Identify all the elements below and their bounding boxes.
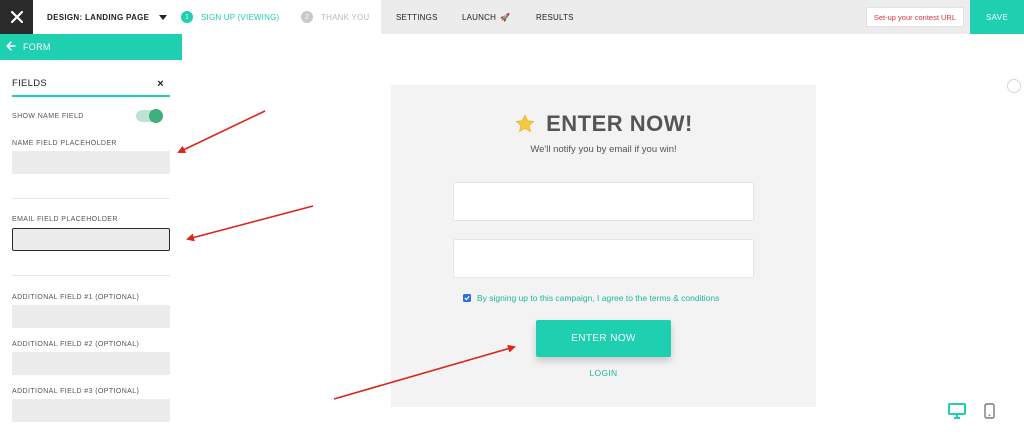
- check-icon: [464, 295, 470, 301]
- arrow-left-icon: [6, 40, 16, 54]
- entry-title: ENTER NOW!: [391, 111, 816, 137]
- nav-results[interactable]: RESULTS: [536, 0, 574, 34]
- step-number: 1: [181, 11, 193, 23]
- entry-subtitle: We'll notify you by email if you win!: [530, 144, 677, 155]
- consent-text[interactable]: By signing up to this campaign, I agree …: [477, 293, 719, 303]
- name-placeholder-input[interactable]: [12, 151, 170, 174]
- consent-checkbox[interactable]: [463, 294, 471, 302]
- scroll-indicator: [1007, 79, 1021, 93]
- close-icon[interactable]: ×: [157, 78, 170, 90]
- nav-launch[interactable]: LAUNCH 🚀: [462, 0, 510, 34]
- fields-section-header: FIELDS ×: [12, 72, 170, 97]
- fields-section-title: FIELDS: [12, 78, 48, 89]
- save-button[interactable]: SAVE: [970, 0, 1024, 34]
- additional-field-2-input[interactable]: [12, 352, 170, 375]
- divider: [12, 198, 170, 199]
- additional-field-3-input[interactable]: [12, 399, 170, 422]
- star-icon: [515, 114, 535, 132]
- nav-settings[interactable]: SETTINGS: [396, 0, 438, 34]
- nav-launch-label: LAUNCH: [462, 12, 497, 22]
- design-selector-label: DESIGN: LANDING PAGE: [47, 12, 150, 22]
- step-number: 2: [301, 11, 313, 23]
- top-bar: DESIGN: LANDING PAGE 1 SIGN UP (VIEWING)…: [0, 0, 1024, 34]
- entry-form-card: ENTER NOW! We'll notify you by email if …: [391, 79, 1021, 407]
- show-name-toggle[interactable]: [136, 109, 163, 123]
- additional-field-2-label: ADDITIONAL FIELD #2 (OPTIONAL): [12, 341, 140, 348]
- login-link[interactable]: LOGIN: [391, 368, 816, 378]
- tab-thank-you[interactable]: 2 THANK YOU: [301, 0, 369, 34]
- email-placeholder-input[interactable]: [12, 228, 170, 251]
- back-to-form-button[interactable]: FORM: [0, 34, 182, 60]
- additional-field-1-label: ADDITIONAL FIELD #1 (OPTIONAL): [12, 294, 140, 301]
- divider: [12, 275, 170, 276]
- additional-field-3-label: ADDITIONAL FIELD #3 (OPTIONAL): [12, 388, 140, 395]
- email-placeholder-label: EMAIL FIELD PLACEHOLDER: [12, 216, 118, 223]
- name-placeholder-label: NAME FIELD PLACEHOLDER: [12, 140, 117, 147]
- additional-field-1-input[interactable]: [12, 305, 170, 328]
- close-editor-button[interactable]: [0, 0, 33, 34]
- tab-sign-up[interactable]: 1 SIGN UP (VIEWING): [181, 0, 279, 34]
- tab-thank-you-label: THANK YOU: [321, 12, 370, 22]
- mobile-icon[interactable]: [984, 403, 995, 419]
- enter-now-button[interactable]: ENTER NOW: [536, 320, 671, 357]
- close-icon: [10, 11, 23, 23]
- chevron-down-icon: [159, 14, 168, 20]
- contest-url-button[interactable]: Set-up your contest URL: [865, 7, 964, 27]
- entry-title-text: ENTER NOW!: [546, 111, 693, 136]
- sidebar-panel: FORM FIELDS × SHOW NAME FIELD NAME FIELD…: [0, 34, 182, 442]
- consent-row: By signing up to this campaign, I agree …: [463, 293, 719, 303]
- preview-canvas: ENTER NOW! We'll notify you by email if …: [182, 34, 1024, 442]
- toggle-knob: [149, 109, 163, 123]
- show-name-label: SHOW NAME FIELD: [12, 112, 84, 120]
- desktop-icon[interactable]: [948, 403, 966, 419]
- app-root: DESIGN: LANDING PAGE 1 SIGN UP (VIEWING)…: [0, 0, 1024, 442]
- show-name-row: SHOW NAME FIELD: [12, 108, 163, 124]
- device-switcher: [948, 402, 1008, 420]
- rocket-icon: 🚀: [500, 12, 511, 22]
- design-selector[interactable]: DESIGN: LANDING PAGE: [33, 0, 181, 34]
- preview-email-input[interactable]: [453, 239, 754, 278]
- tab-sign-up-label: SIGN UP (VIEWING): [201, 12, 280, 22]
- back-to-form-label: FORM: [23, 42, 51, 52]
- step-tabs: 1 SIGN UP (VIEWING) 2 THANK YOU: [181, 0, 381, 34]
- preview-name-input[interactable]: [453, 182, 754, 221]
- main-nav: SETTINGS LAUNCH 🚀 RESULTS Set-up your co…: [381, 0, 970, 34]
